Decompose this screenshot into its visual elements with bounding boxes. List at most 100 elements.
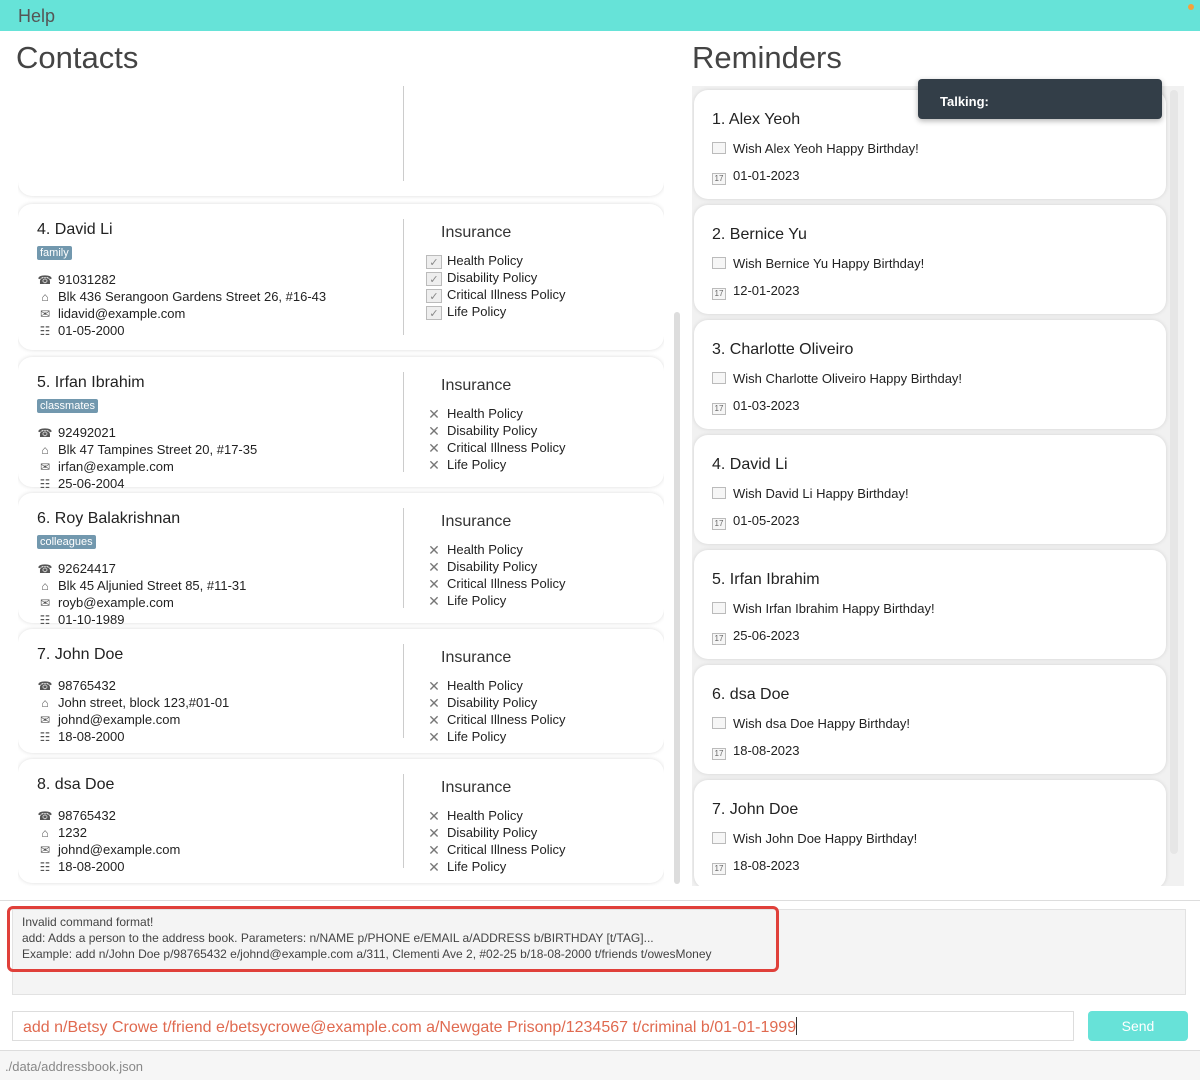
address-icon: ⌂ [41,443,49,457]
cross-icon: ✕ [428,423,440,439]
reminder-name: 4. David Li [712,456,788,474]
insurance-label: Life Policy [447,593,507,608]
checkbox-checked-icon: ✓ [426,289,442,303]
reminder-card[interactable]: 2. Bernice Yu Wish Bernice Yu Happy Birth… [694,205,1166,314]
contact-index: 7. [37,646,51,663]
contact-birthday-value: 18-08-2000 [58,859,125,874]
phone-icon: ☎ [37,809,53,823]
insurance-label: Critical Illness Policy [447,576,566,591]
insurance-item: ✕ Health Policy [426,541,523,558]
calendar-icon: 17 [712,288,726,300]
contact-email-value: irfan@example.com [58,459,174,474]
insurance-item: ✕ Disability Policy [426,824,537,841]
contacts-list[interactable]: 3. Charlotte Oliveironeighbours☎93210283… [18,86,664,886]
reminder-message: Wish Irfan Ibrahim Happy Birthday! [712,601,935,616]
card-divider [403,86,404,181]
insurance-header: Insurance [441,377,512,394]
checkbox-checked-icon: ✓ [426,255,442,269]
reminder-card[interactable]: 3. Charlotte Oliveiro Wish Charlotte Oliv… [694,320,1166,429]
contact-birthday: ☷ 25-06-2004 [37,475,125,492]
insurance-item: ✕ Health Policy [426,807,523,824]
contacts-scrollbar[interactable] [674,312,680,884]
insurance-header: Insurance [441,779,512,796]
contact-email-value: royb@example.com [58,595,174,610]
phone-icon: ☎ [37,273,53,287]
cross-icon: ✕ [428,825,440,841]
contact-index: 8. [37,776,51,793]
contact-card[interactable]: 4. David Li family ☎ 91031282 ⌂ Blk 436 Seran… [18,204,664,350]
cross-icon: ✕ [428,440,440,456]
menu-help[interactable]: Help [18,6,55,27]
address-icon: ⌂ [41,579,49,593]
reminder-name: 6. dsa Doe [712,686,789,704]
contact-card[interactable]: 7. John Doe ☎ 98765432 ⌂ John street, block … [18,629,664,753]
reminder-index: 7. [712,801,726,818]
reminder-name-text: David Li [729,456,788,473]
reminder-index: 3. [712,341,726,358]
contact-birthday: ☷ 01-10-1989 [37,611,125,628]
phone-icon: ☎ [37,562,53,576]
contact-email: ✉ royb@example.com [37,594,174,611]
reminder-index: 4. [712,456,726,473]
address-icon: ⌂ [41,696,49,710]
reminders-scrollbar[interactable] [1170,90,1178,854]
checkbox-checked-icon: ✓ [426,272,442,286]
insurance-label: Disability Policy [447,825,538,840]
contact-card[interactable]: 6. Roy Balakrishnan colleagues ☎ 92624417 ⌂ B… [18,493,664,627]
split-divider[interactable] [0,900,1200,901]
contact-name: 8. dsa Doe [37,776,114,794]
contact-phone: ☎ 98765432 [37,677,116,694]
cross-icon: ✕ [428,406,440,422]
contact-phone-value: 98765432 [58,678,116,693]
contact-name: 4. David Li [37,221,113,239]
insurance-label: Health Policy [447,678,523,693]
card-divider [403,219,404,335]
contact-address-value: Blk 45 Aljunied Street 85, #11-31 [58,578,247,593]
cross-icon: ✕ [428,712,440,728]
contact-card[interactable]: 8. dsa Doe ☎ 98765432 ⌂ 1232 ✉ johnd@example.c… [18,759,664,883]
contact-address-value: 1232 [58,825,87,840]
calendar-icon: 17 [712,403,726,415]
insurance-label: Life Policy [447,859,507,874]
contact-card[interactable]: 5. Irfan Ibrahim classmates ☎ 92492021 ⌂ Blk … [18,357,664,491]
reminder-name-text: Charlotte Oliveiro [729,341,854,358]
calendar-icon: 17 [712,173,726,185]
error-highlight-box [7,906,779,972]
card-divider [403,372,404,472]
insurance-label: Critical Illness Policy [447,712,566,727]
card-divider [403,508,404,608]
send-button[interactable]: Send [1088,1011,1188,1041]
contact-name: 7. John Doe [37,646,123,664]
reminder-name: 1. Alex Yeoh [712,111,800,129]
reminder-index: 6. [712,686,726,703]
insurance-item: ✕ Life Policy [426,592,506,609]
command-input-text: add n/Betsy Crowe t/friend e/betsycrowe@… [23,1017,798,1036]
email-icon: ✉ [39,713,51,727]
reminder-card[interactable]: 6. dsa Doe Wish dsa Doe Happy Birthday! 17… [694,665,1166,774]
text-caret [796,1017,798,1035]
talking-label: Talking: [940,94,989,109]
reminder-message: Wish Alex Yeoh Happy Birthday! [712,141,919,156]
contact-name: 5. Irfan Ibrahim [37,374,145,392]
contact-phone: ☎ 91031282 [37,271,116,288]
address-icon: ⌂ [41,290,49,304]
reminder-message: Wish Bernice Yu Happy Birthday! [712,256,924,271]
insurance-item: ✕ Disability Policy [426,558,537,575]
reminder-card[interactable]: 5. Irfan Ibrahim Wish Irfan Ibrahim Happy… [694,550,1166,659]
reminder-date: 17 25-06-2023 [712,628,800,645]
reminder-card[interactable]: 4. David Li Wish David Li Happy Birthday!… [694,435,1166,544]
contact-birthday: ☷ 18-08-2000 [37,728,125,745]
reminder-date-text: 01-01-2023 [733,168,800,183]
command-input[interactable]: add n/Betsy Crowe t/friend e/betsycrowe@… [12,1011,1074,1041]
status-bar: ./data/addressbook.json [0,1050,1200,1080]
insurance-item: ✕ Critical Illness Policy [426,841,565,858]
reminder-index: 2. [712,226,726,243]
reminder-card[interactable]: 7. John Doe Wish John Doe Happy Birthday!… [694,780,1166,886]
note-icon [712,717,726,729]
contact-email: ✉ johnd@example.com [37,841,180,858]
cross-icon: ✕ [428,842,440,858]
contact-card[interactable]: 3. Charlotte Oliveironeighbours☎93210283… [18,86,664,196]
reminders-list[interactable]: 1. Alex Yeoh Wish Alex Yeoh Happy Birthda… [692,86,1184,886]
insurance-item: ✓ Disability Policy [426,269,537,286]
phone-icon: ☎ [37,679,53,693]
